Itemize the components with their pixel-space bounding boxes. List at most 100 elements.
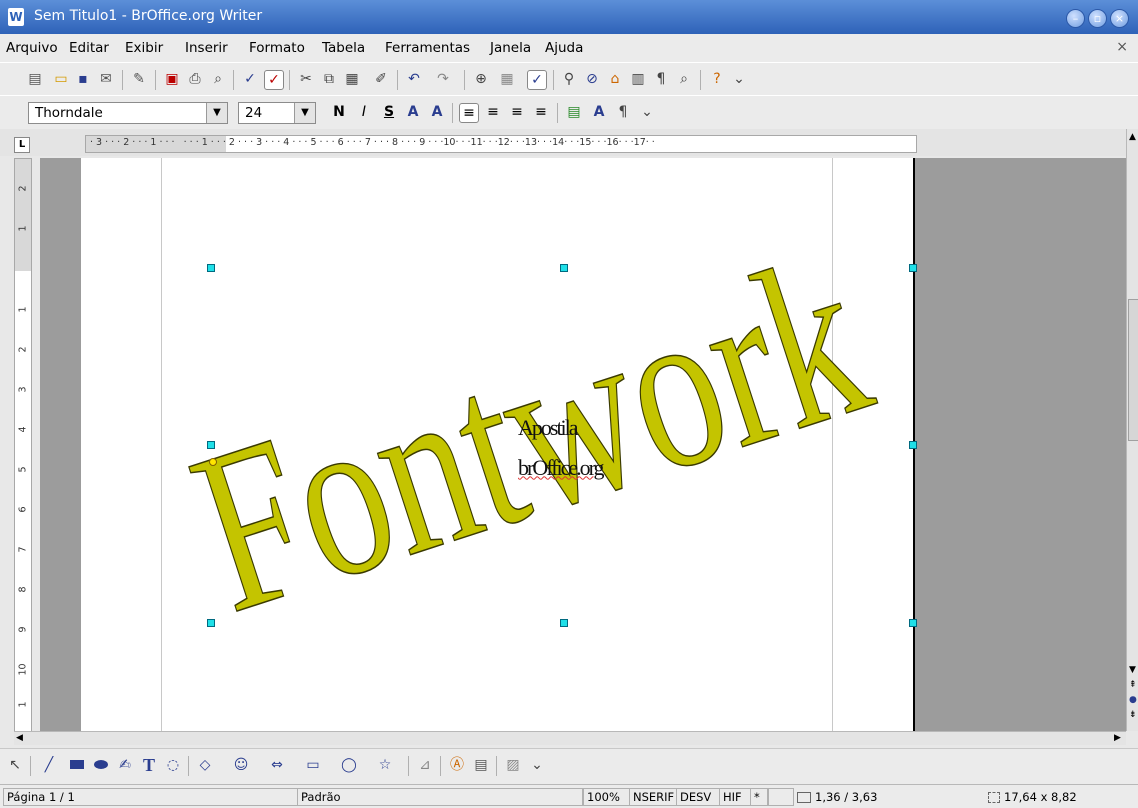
zoom-icon[interactable]: ⌕ — [675, 70, 693, 88]
points-icon[interactable]: ⊿ — [416, 756, 434, 774]
redo-icon[interactable]: ↷ — [434, 70, 452, 88]
text-icon[interactable]: T — [140, 756, 158, 774]
find-replace-icon[interactable]: ⚲ — [560, 70, 578, 88]
autospellcheck-icon[interactable]: ✓ — [264, 70, 284, 90]
fontwork-object[interactable]: Fontwork — [81, 158, 913, 731]
selection-handle[interactable] — [560, 264, 568, 272]
new-document-icon[interactable]: ▤ — [26, 70, 44, 88]
document-page[interactable]: Fontwork Apostila brOffice.org — [81, 158, 917, 731]
selection-handle[interactable] — [207, 264, 215, 272]
select-arrow-icon[interactable]: ↖ — [6, 756, 24, 774]
navigation-icon[interactable]: ● — [1129, 695, 1137, 705]
selection-handle[interactable] — [560, 619, 568, 627]
page-style[interactable]: Padrão — [297, 788, 583, 806]
export-pdf-icon[interactable]: ▣ — [163, 70, 181, 88]
undo-icon[interactable]: ↶ — [405, 70, 423, 88]
toolbar-overflow-icon[interactable]: ⌄ — [528, 756, 546, 774]
data-sources-icon[interactable]: ▥ — [629, 70, 647, 88]
scroll-right-icon[interactable]: ▶ — [1114, 733, 1121, 743]
extrusion-icon[interactable]: ▨ — [504, 756, 522, 774]
from-file-icon[interactable]: ▤ — [472, 756, 490, 774]
align-left-icon[interactable]: ≡ — [459, 103, 479, 123]
symbol-shapes-icon[interactable]: ☺ — [232, 756, 250, 774]
help-icon[interactable]: ? — [708, 70, 726, 88]
scroll-up-icon[interactable]: ▲ — [1129, 132, 1136, 142]
close-icon[interactable]: × — [1110, 9, 1129, 28]
align-center-icon[interactable]: ≡ — [484, 103, 502, 121]
menu-janela[interactable]: Janela — [490, 40, 531, 56]
selection-handle[interactable] — [207, 441, 215, 449]
print-preview-icon[interactable]: ⌕ — [209, 70, 227, 88]
open-folder-icon[interactable]: ▭ — [52, 70, 70, 88]
table-icon[interactable]: ▦ — [498, 70, 516, 88]
page-indicator[interactable]: Página 1 / 1 — [3, 788, 299, 806]
tab-stop-type-icon[interactable]: L — [14, 137, 30, 153]
previous-page-icon[interactable]: ⇞ — [1129, 680, 1137, 690]
menu-editar[interactable]: Editar — [69, 40, 109, 56]
basic-shapes-icon[interactable]: ◇ — [196, 756, 214, 774]
selection-handle[interactable] — [909, 619, 917, 627]
document-close-icon[interactable]: × — [1116, 39, 1128, 55]
font-size-combo[interactable]: 24 ▼ — [238, 102, 316, 124]
align-justify-icon[interactable]: ≡ — [532, 103, 550, 121]
vertical-scrollbar[interactable]: ▲ ▼ ⇞ ● ⇟ — [1126, 129, 1138, 731]
scroll-down-icon[interactable]: ▼ — [1129, 665, 1136, 675]
horizontal-ruler[interactable]: · 3 · · · 2 · · · 1 · · · · · · 1 · · · … — [85, 135, 917, 153]
fontwork-gallery-icon[interactable]: Ⓐ — [448, 756, 466, 774]
paragraph-style-icon[interactable]: ¶ — [614, 103, 632, 121]
align-right-icon[interactable]: ≡ — [508, 103, 526, 121]
maximize-icon[interactable]: ▫ — [1088, 9, 1107, 28]
horizontal-scrollbar[interactable]: ◀ ▶ — [14, 731, 1126, 745]
copy-icon[interactable]: ⧉ — [320, 70, 338, 88]
hyperlink-mode[interactable]: HIF — [719, 788, 751, 806]
italic-button[interactable]: I — [355, 103, 373, 121]
font-name-combo[interactable]: Thorndale ▼ — [28, 102, 228, 124]
zoom-level[interactable]: 100% — [583, 788, 631, 806]
underline-button[interactable]: S — [380, 103, 398, 121]
selection-handle[interactable] — [909, 441, 917, 449]
subscript-icon[interactable]: A — [428, 103, 446, 121]
email-icon[interactable]: ✉ — [97, 70, 115, 88]
spellcheck-icon[interactable]: ✓ — [241, 70, 259, 88]
fontwork-adjust-handle[interactable] — [209, 458, 217, 466]
text-body-style-icon[interactable]: ▤ — [565, 103, 583, 121]
stars-icon[interactable]: ☆ — [376, 756, 394, 774]
hyperlink-icon[interactable]: ⊕ — [472, 70, 490, 88]
show-draw-functions-icon[interactable]: ✓ — [527, 70, 547, 90]
menu-tabela[interactable]: Tabela — [322, 40, 365, 56]
rectangle-icon[interactable] — [68, 756, 86, 774]
nonprinting-characters-icon[interactable]: ¶ — [652, 70, 670, 88]
selection-handle[interactable] — [909, 264, 917, 272]
superscript-icon[interactable]: A — [404, 103, 422, 121]
menu-ferramentas[interactable]: Ferramentas — [385, 40, 470, 56]
menu-exibir[interactable]: Exibir — [125, 40, 163, 56]
callouts-icon[interactable]: ◯ — [340, 756, 358, 774]
vertical-ruler[interactable]: 2 1 1 2 3 4 5 6 7 8 9 10 1 — [14, 158, 32, 733]
flowchart-icon[interactable]: ▭ — [304, 756, 322, 774]
insert-mode[interactable]: NSERIF — [629, 788, 677, 806]
edit-file-icon[interactable]: ✎ — [130, 70, 148, 88]
print-icon[interactable]: ⎙ — [186, 70, 204, 88]
character-style-icon[interactable]: A — [590, 103, 608, 121]
gallery-icon[interactable]: ⌂ — [606, 70, 624, 88]
cut-icon[interactable]: ✂ — [297, 70, 315, 88]
ellipse-icon[interactable] — [92, 756, 110, 774]
menu-formato[interactable]: Formato — [249, 40, 305, 56]
scroll-left-icon[interactable]: ◀ — [16, 733, 23, 743]
save-icon[interactable]: ▪ — [74, 70, 92, 88]
scroll-thumb[interactable] — [1128, 299, 1138, 441]
toolbar-overflow-icon[interactable]: ⌄ — [730, 70, 748, 88]
selection-handle[interactable] — [207, 619, 215, 627]
toolbar-overflow-icon[interactable]: ⌄ — [638, 103, 656, 121]
line-icon[interactable]: ╱ — [40, 756, 58, 774]
menu-ajuda[interactable]: Ajuda — [545, 40, 583, 56]
selection-mode[interactable]: DESV — [676, 788, 720, 806]
callout-icon[interactable]: ◌ — [164, 756, 182, 774]
menu-inserir[interactable]: Inserir — [185, 40, 228, 56]
block-arrows-icon[interactable]: ⇔ — [268, 756, 286, 774]
text-box[interactable]: Apostila brOffice.org — [518, 408, 605, 487]
minimize-icon[interactable]: – — [1066, 9, 1085, 28]
clone-format-icon[interactable]: ✐ — [372, 70, 390, 88]
bold-button[interactable]: N — [330, 103, 348, 121]
writer-app-icon[interactable]: W — [8, 8, 24, 26]
